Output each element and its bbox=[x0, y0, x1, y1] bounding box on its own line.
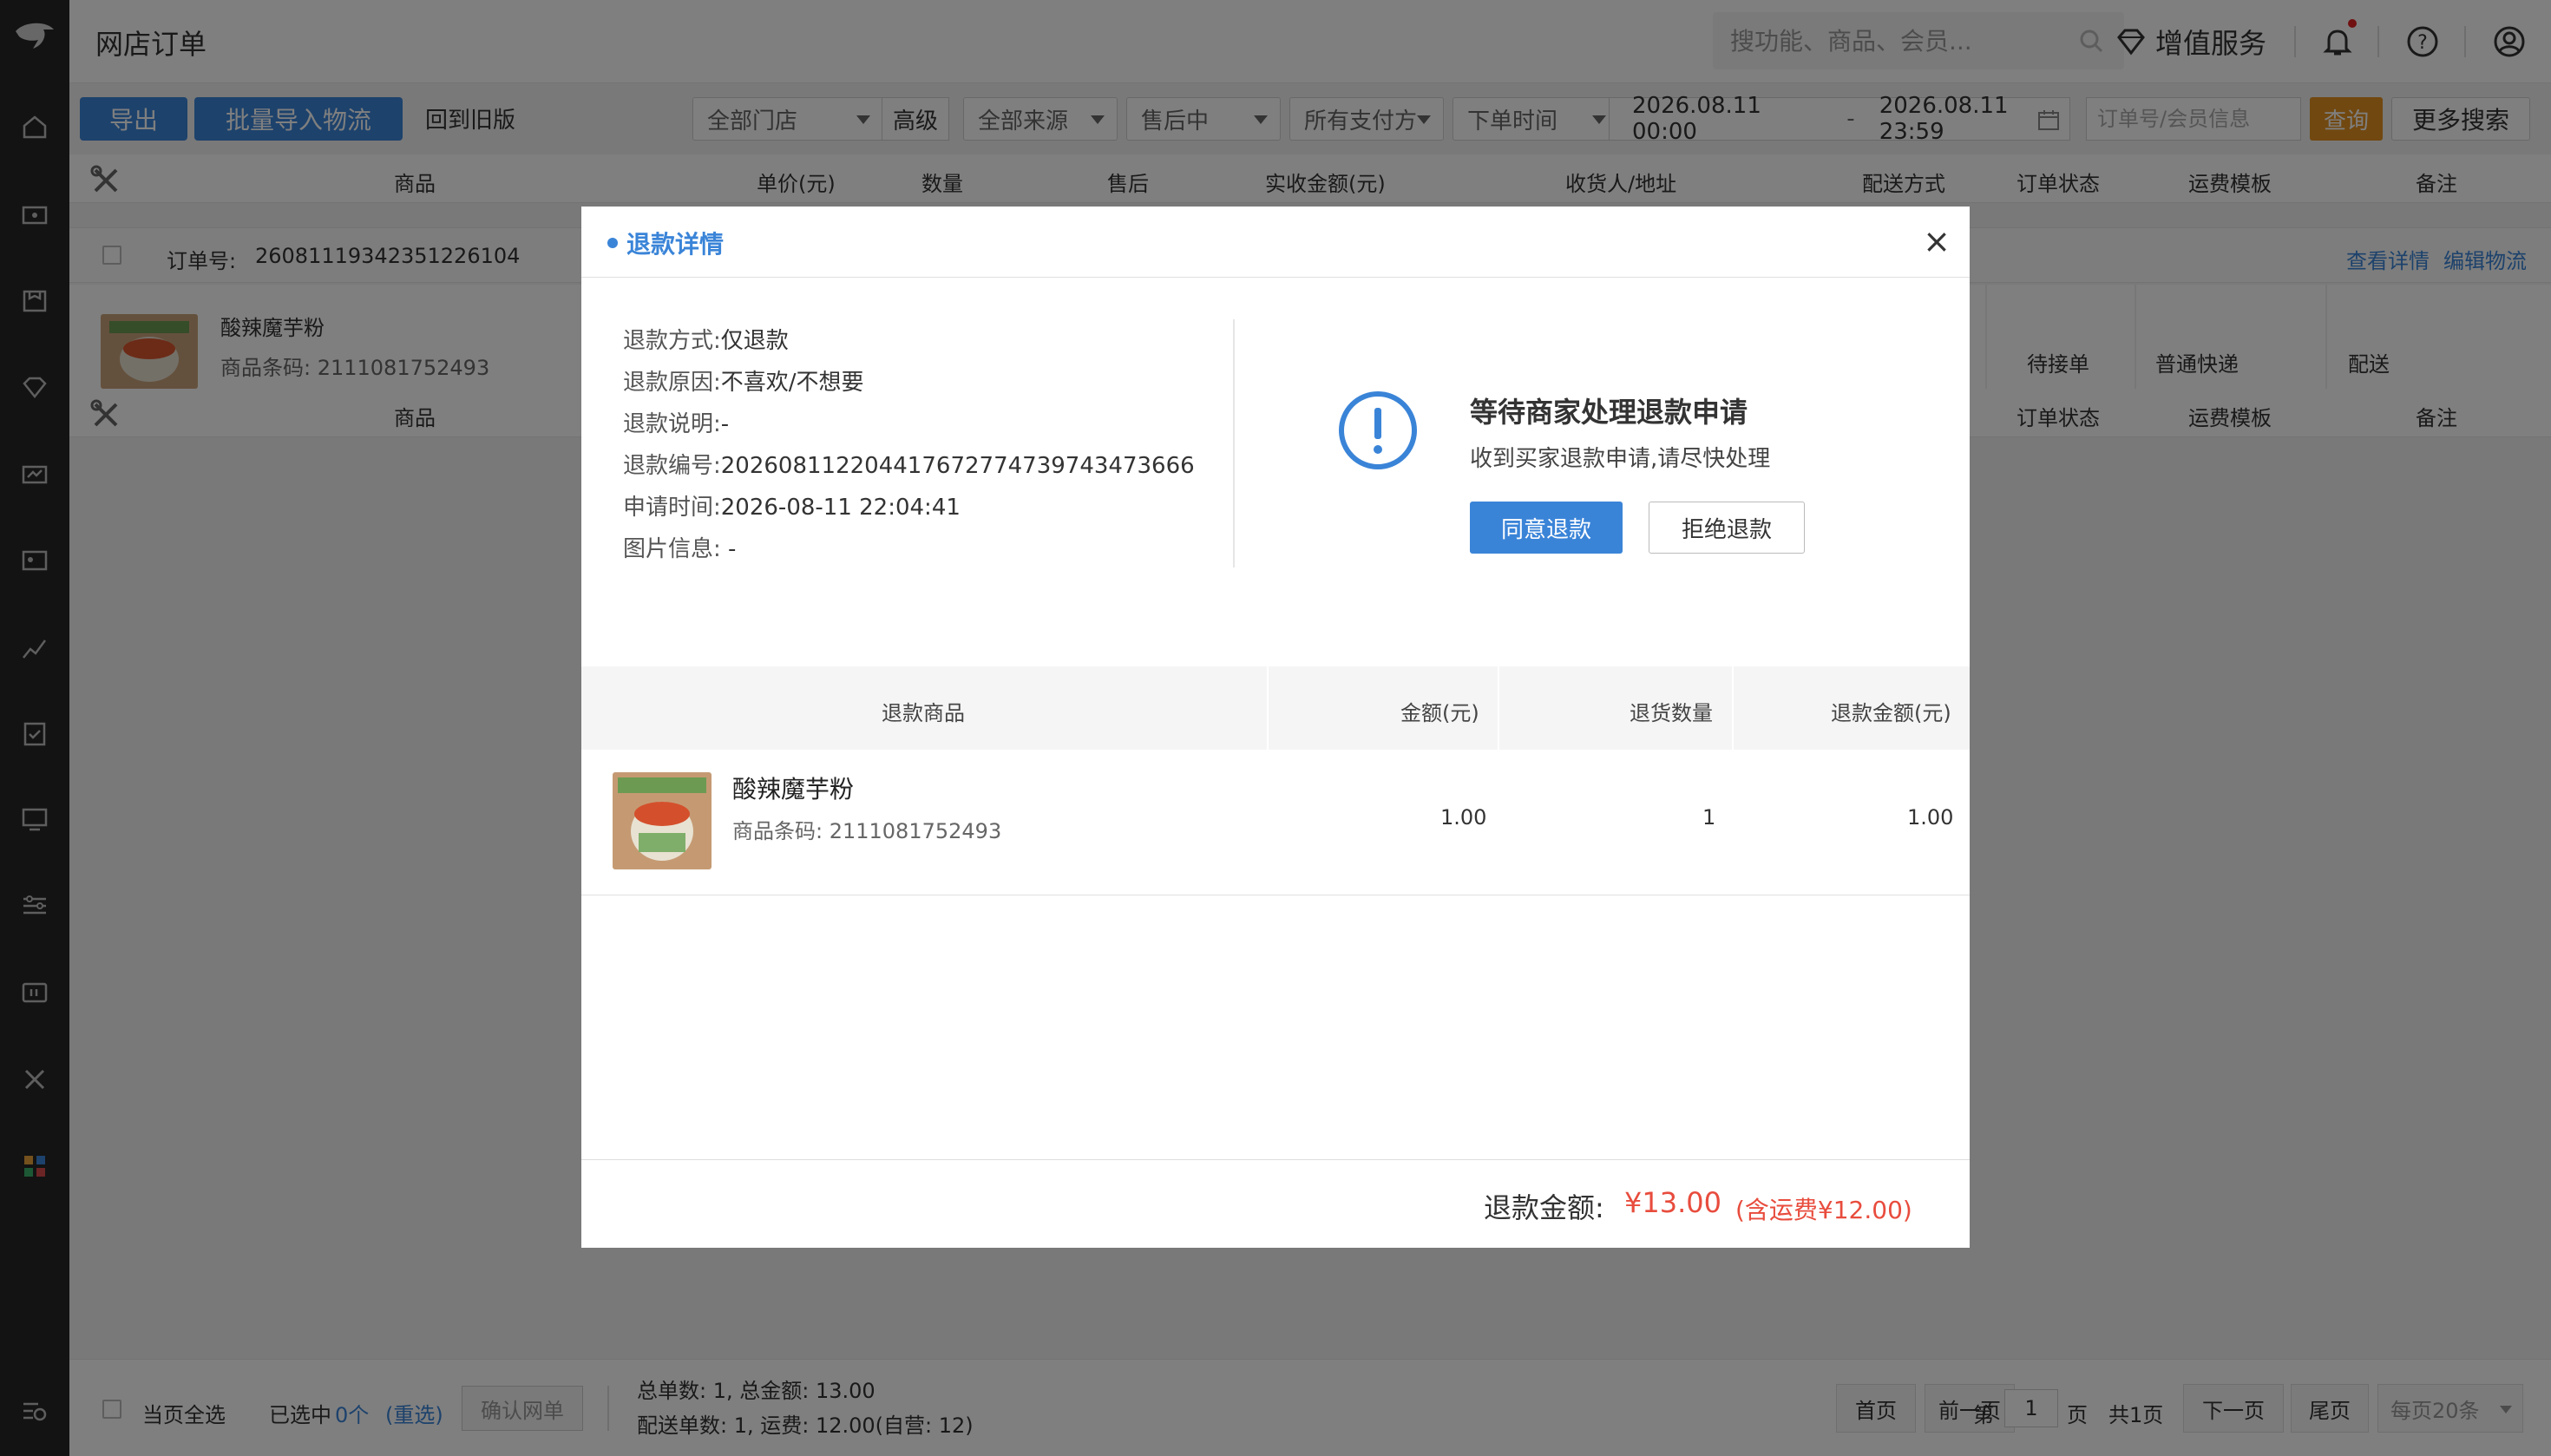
refund-info-row: 图片信息: - bbox=[623, 531, 736, 563]
refund-column-header: 退货数量 bbox=[1630, 701, 1713, 725]
refund-column-header: 退款商品 bbox=[882, 701, 965, 725]
column-divider bbox=[1732, 666, 1734, 750]
agree-refund-button[interactable]: 同意退款 bbox=[1470, 502, 1623, 554]
refund-table-header: 退款商品 金额(元) 退货数量 退款金额(元) bbox=[581, 666, 1970, 750]
refund-item-amount: 1.00 bbox=[1440, 805, 1487, 830]
info-key: 图片信息: bbox=[623, 536, 721, 562]
info-key: 申请时间: bbox=[623, 495, 721, 521]
refund-total-amount: ¥13.00 bbox=[1624, 1186, 1721, 1219]
column-divider bbox=[1267, 666, 1269, 750]
refund-info-row: 退款方式:仅退款 bbox=[623, 323, 789, 355]
refund-info-row: 退款说明:- bbox=[623, 406, 729, 438]
dialog-title-text: 退款详情 bbox=[626, 230, 725, 259]
refund-item-qty: 1 bbox=[1702, 805, 1716, 830]
refund-item-refund-amount: 1.00 bbox=[1907, 805, 1954, 830]
refund-item-barcode: 商品条码: 2111081752493 bbox=[732, 819, 1002, 843]
refund-product-thumbnail bbox=[613, 772, 712, 869]
column-divider bbox=[1498, 666, 1499, 750]
refund-info-row: 退款编号:20260811220441767277473974347366​6 bbox=[623, 448, 1195, 480]
refund-column-header: 退款金额(元) bbox=[1831, 701, 1951, 725]
info-key: 退款说明: bbox=[623, 411, 721, 437]
info-key: 退款方式: bbox=[623, 328, 721, 354]
title-bullet bbox=[607, 238, 618, 248]
refund-status-subtitle: 收到买家退款申请,请尽快处理 bbox=[1470, 446, 1771, 472]
info-key: 退款编号: bbox=[623, 453, 721, 479]
info-value: 20260811220441767277473974347366​6 bbox=[720, 453, 1195, 479]
refund-info-row: 退款原因:不喜欢/不想要 bbox=[623, 364, 864, 397]
info-value: 不喜欢/不想要 bbox=[720, 370, 864, 396]
info-value: - bbox=[720, 411, 730, 437]
info-value: 仅退款 bbox=[720, 328, 789, 354]
refund-status-title: 等待商家处理退款申请 bbox=[1470, 396, 1748, 429]
refund-detail-dialog: 退款详情 × 退款方式:仅退款 退款原因:不喜欢/不想要 退款说明:- 退款编号… bbox=[581, 207, 1970, 1248]
close-icon[interactable]: × bbox=[1919, 224, 1954, 259]
refund-shipping-note: (含运费¥12.00) bbox=[1735, 1196, 1912, 1224]
dialog-title: 退款详情 bbox=[607, 226, 724, 260]
reject-refund-button[interactable]: 拒绝退款 bbox=[1649, 502, 1805, 554]
refund-item-row: 酸辣魔芋粉 商品条码: 2111081752493 1.00 1 1.00 bbox=[581, 750, 1970, 895]
info-value: 2026-08-11 22:04:41 bbox=[720, 495, 961, 521]
refund-total-label: 退款金额: bbox=[1484, 1191, 1604, 1224]
refund-column-header: 金额(元) bbox=[1400, 701, 1479, 725]
refund-info-row: 申请时间:2026-08-11 22:04:41 bbox=[623, 489, 961, 521]
section-divider bbox=[1233, 319, 1235, 567]
dialog-footer: 退款金额: ¥13.00 (含运费¥12.00) bbox=[581, 1159, 1970, 1248]
alert-info-icon bbox=[1339, 391, 1417, 469]
dialog-header: 退款详情 × bbox=[581, 207, 1970, 278]
refund-item-name: 酸辣魔芋粉 bbox=[732, 775, 855, 803]
info-value: - bbox=[720, 536, 737, 562]
info-key: 退款原因: bbox=[623, 370, 721, 396]
